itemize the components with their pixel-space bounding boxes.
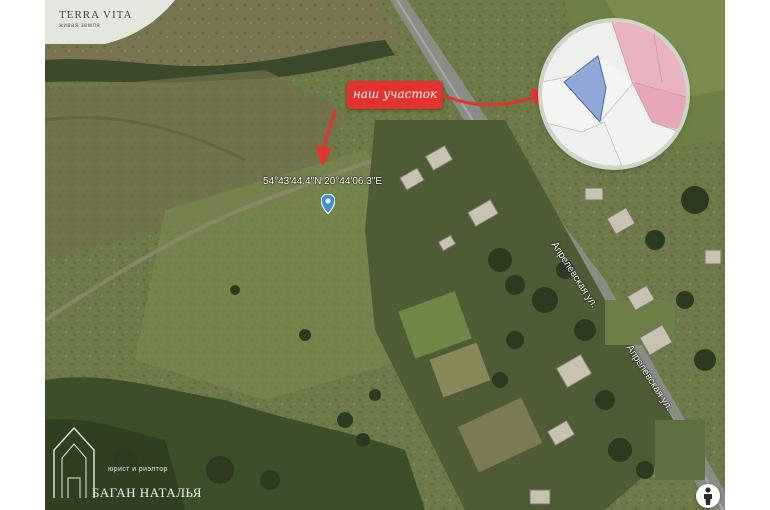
cadastral-map xyxy=(542,22,686,166)
satellite-map[interactable]: TERRA VITA живая земля наш участок 54°43… xyxy=(45,0,725,510)
map-pin-icon[interactable] xyxy=(321,194,335,214)
agent-role: юрист и риэлтор xyxy=(108,466,168,473)
brand-title: TERRA VITA xyxy=(59,9,133,21)
pin-coordinates: 54°43'44.4"N 20°44'06.3"E xyxy=(263,176,383,187)
brand-subtitle: живая земля xyxy=(59,23,101,29)
brand-logo: TERRA VITA живая земля xyxy=(45,0,175,44)
plot-callout: наш участок xyxy=(347,81,443,109)
cadastral-inset xyxy=(542,22,686,166)
street-view-button[interactable] xyxy=(696,484,720,508)
agent-name: БАГАН НАТАЛЬЯ xyxy=(92,485,202,500)
plot-callout-label: наш участок xyxy=(352,87,438,101)
pegman-icon xyxy=(704,487,712,505)
